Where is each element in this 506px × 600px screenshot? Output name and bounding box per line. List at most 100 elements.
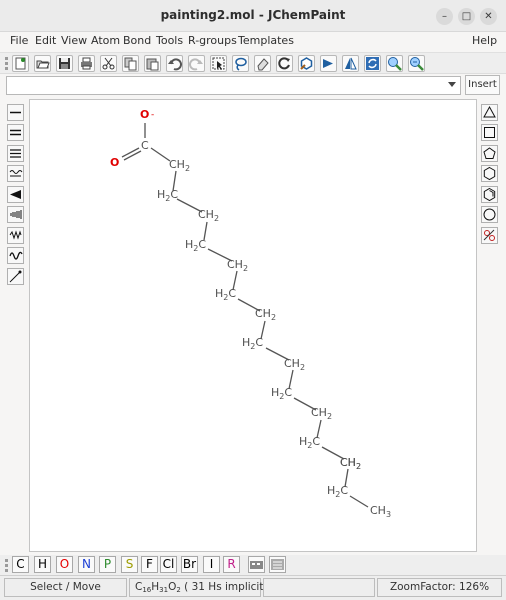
drawing-canvas[interactable]: O - O C CH2 CH2 CH2 CH2 CH2 CH2 CH2 CH2 H2C H2C H2… [29,99,477,552]
menu-tools[interactable]: Tools [156,34,183,47]
print-icon[interactable] [78,55,95,72]
element-button-p[interactable]: P [99,556,116,573]
copy-icon[interactable] [122,55,139,72]
chain-tool-icon[interactable] [7,268,24,285]
clean-structure-icon[interactable] [298,55,315,72]
select-rectangle-icon[interactable] [210,55,227,72]
triple-bond-icon[interactable] [7,145,24,162]
element-button-r[interactable]: R [223,556,240,573]
menu-file[interactable]: File [10,34,28,47]
rotate-icon[interactable] [276,55,293,72]
macro-ring-icon[interactable] [481,206,498,223]
new-icon[interactable] [12,55,29,72]
element-button-h[interactable]: H [34,556,51,573]
status-blank [263,578,375,597]
atom-ch2: CH2 [198,208,219,223]
flip-vertical-icon[interactable] [342,55,359,72]
toolbar-grip[interactable] [5,57,8,70]
atom-oxygen-double: O [110,156,119,169]
open-icon[interactable] [34,55,51,72]
square-ring-icon[interactable] [481,124,498,141]
element-button-br[interactable]: Br [181,556,198,573]
atom-h2c: H2C [185,238,206,253]
element-button-n[interactable]: N [78,556,95,573]
formula-o-count: 2 [176,586,181,594]
atom-ch2: CH2 [169,158,190,173]
wedge-bond-icon[interactable] [7,186,24,203]
menu-atom[interactable]: Atom [91,34,120,47]
close-button[interactable]: ✕ [480,8,497,25]
title-bar: painting2.mol - JChemPaint – □ ✕ [0,0,506,32]
formula-h-count: 31 [159,586,169,594]
atom-h2c: H2C [299,435,320,450]
smiles-insert-combo[interactable] [6,76,461,95]
formula-h: H [151,581,160,593]
pentagon-ring-icon[interactable] [481,145,498,162]
main-toolbar [0,52,506,74]
status-bar: Select / Move C16H31O2 ( 31 Hs implicit)… [0,575,506,600]
benzene-ring-icon[interactable] [481,186,498,203]
refresh-icon[interactable] [364,55,381,72]
lasso-select-icon[interactable] [232,55,249,72]
element-button-c[interactable]: C [12,556,29,573]
triangle-ring-icon[interactable] [481,104,498,121]
formula-note: ( 31 Hs implicit) [184,581,268,593]
element-button-f[interactable]: F [141,556,158,573]
atom-oxygen-minus: O [140,108,149,121]
bond [150,147,171,162]
formula-c-count: 16 [142,586,152,594]
element-button-i[interactable]: I [203,556,220,573]
menu-bar: File Edit View Atom Bond Tools R-groups … [0,32,506,52]
zoom-in-icon[interactable] [386,55,403,72]
atom-ch2: CH2 [311,406,332,421]
single-bond-icon[interactable] [7,104,24,121]
wavy-bond-icon[interactable] [7,247,24,264]
undefined-stereo-bond-icon[interactable] [7,227,24,244]
atom-ch2: CH2 [255,307,276,322]
element-button-s[interactable]: S [121,556,138,573]
flip-horizontal-icon[interactable] [320,55,337,72]
menu-templates[interactable]: Templates [238,34,294,47]
atom-carbonyl-carbon: C [141,139,149,152]
bond-c-o-double-a [121,147,140,158]
atom-h2c: H2C [327,484,348,499]
eraser-icon[interactable] [254,55,271,72]
menu-edit[interactable]: Edit [35,34,56,47]
element-toolbar: C H O N P S F Cl Br I R [0,555,506,575]
double-bond-icon[interactable] [7,124,24,141]
element-button-cl[interactable]: Cl [160,556,177,573]
bond [349,495,369,508]
window-title: painting2.mol - JChemPaint [160,8,346,22]
hexagon-ring-icon[interactable] [481,165,498,182]
any-bond-icon[interactable] [7,165,24,182]
atom-charge: - [151,110,154,120]
element-toolbar-grip[interactable] [5,559,8,572]
maximize-button[interactable]: □ [458,8,475,25]
save-icon[interactable] [56,55,73,72]
menu-help[interactable]: Help [472,34,497,47]
status-mode: Select / Move [4,578,127,597]
atom-ch2: CH2 [227,258,248,273]
menu-view[interactable]: View [61,34,87,47]
menu-rgroups[interactable]: R-groups [188,34,237,47]
paste-icon[interactable] [144,55,161,72]
hash-bond-icon[interactable] [7,206,24,223]
redo-icon[interactable] [188,55,205,72]
undo-icon[interactable] [166,55,183,72]
attach-point-icon[interactable] [481,227,498,244]
chevron-down-icon[interactable] [448,82,456,87]
cut-icon[interactable] [100,55,117,72]
molecule-drawing: O - O C CH2CH2CH2CH2CH2CH2CH2CH2H2CH2CH2… [110,108,391,519]
atom-h2c: H2C [242,336,263,351]
bond-c-o-double-b [123,150,142,161]
element-list-icon[interactable] [269,556,286,573]
menu-bond[interactable]: Bond [123,34,151,47]
atom-ch3: CH3 [370,504,391,519]
status-formula: C16H31O2 ( 31 Hs implicit) [129,578,268,597]
status-zoom: ZoomFactor: 126% [377,578,502,597]
insert-button[interactable]: Insert [465,75,500,95]
periodic-table-icon[interactable] [248,556,265,573]
minimize-button[interactable]: – [436,8,453,25]
zoom-out-icon[interactable] [408,55,425,72]
element-button-o[interactable]: O [56,556,73,573]
